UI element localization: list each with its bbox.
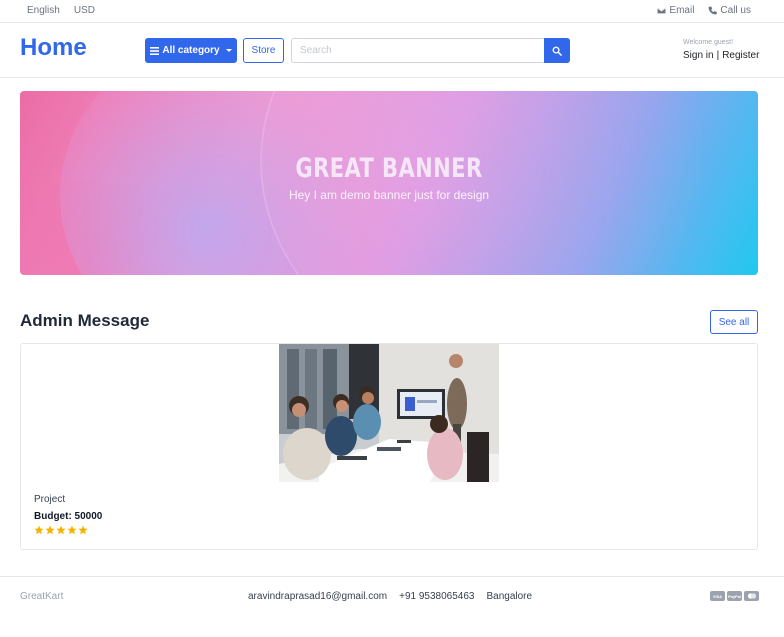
locale-settings: English USD [27, 5, 95, 16]
see-all-button[interactable]: See all [710, 310, 758, 334]
auth-links: Sign in | Register [683, 50, 759, 61]
search-button[interactable] [544, 38, 570, 63]
language-selector[interactable]: English [27, 5, 60, 16]
welcome-text: Welcome guest! [683, 39, 734, 46]
top-bar: English USD Email Call us [0, 0, 784, 23]
banner-subtitle: Hey I am demo banner just for design [288, 188, 490, 202]
paypal-icon: PayPal [727, 591, 742, 601]
footer-city: Bangalore [486, 591, 533, 602]
mastercard-icon [744, 591, 759, 601]
star-icon [34, 525, 44, 535]
admin-message-card[interactable]: Project Budget: 50000 [20, 343, 758, 550]
currency-selector[interactable]: USD [74, 5, 95, 16]
envelope-icon [657, 7, 667, 14]
site-header: Home All category Store Welcome guest! S… [0, 23, 784, 78]
caret-down-icon [225, 49, 232, 52]
site-footer: GreatKart aravindraprasad16@gmail.com +9… [0, 576, 784, 637]
payment-methods: VISA PayPal [710, 591, 759, 601]
footer-contact: aravindraprasad16@gmail.com +91 95380654… [248, 591, 532, 602]
call-link-label: Call us [720, 5, 751, 16]
section-title: Admin Message [20, 311, 150, 330]
star-icon [67, 525, 77, 535]
email-link-label: Email [669, 5, 695, 16]
star-icon [78, 525, 88, 535]
footer-brand: GreatKart [20, 591, 64, 602]
search-icon [552, 46, 562, 56]
visa-icon: VISA [710, 591, 725, 601]
footer-phone: +91 9538065463 [399, 591, 475, 602]
register-link[interactable]: Register [722, 50, 759, 61]
search-input[interactable] [291, 38, 544, 63]
call-link[interactable]: Call us [708, 5, 751, 16]
all-category-label: All category [162, 45, 220, 56]
hero-banner: GREAT BANNER Hey I am demo banner just f… [20, 91, 758, 275]
star-icon [56, 525, 66, 535]
email-link[interactable]: Email [657, 5, 694, 16]
rating-stars [34, 525, 88, 535]
sign-in-link[interactable]: Sign in [683, 50, 714, 61]
footer-email: aravindraprasad16@gmail.com [248, 591, 388, 602]
all-category-button[interactable]: All category [145, 38, 237, 63]
banner-title: GREAT BANNER [295, 153, 483, 184]
meeting-photo [279, 344, 499, 482]
card-title: Project [34, 494, 66, 505]
card-budget: Budget: 50000 [34, 511, 103, 522]
phone-icon [708, 6, 718, 15]
star-icon [45, 525, 55, 535]
auth-separator: | [716, 50, 720, 61]
store-button[interactable]: Store [243, 38, 284, 63]
brand-logo[interactable]: Home [20, 34, 87, 62]
contact-links: Email Call us [657, 5, 751, 16]
menu-icon [150, 46, 160, 55]
